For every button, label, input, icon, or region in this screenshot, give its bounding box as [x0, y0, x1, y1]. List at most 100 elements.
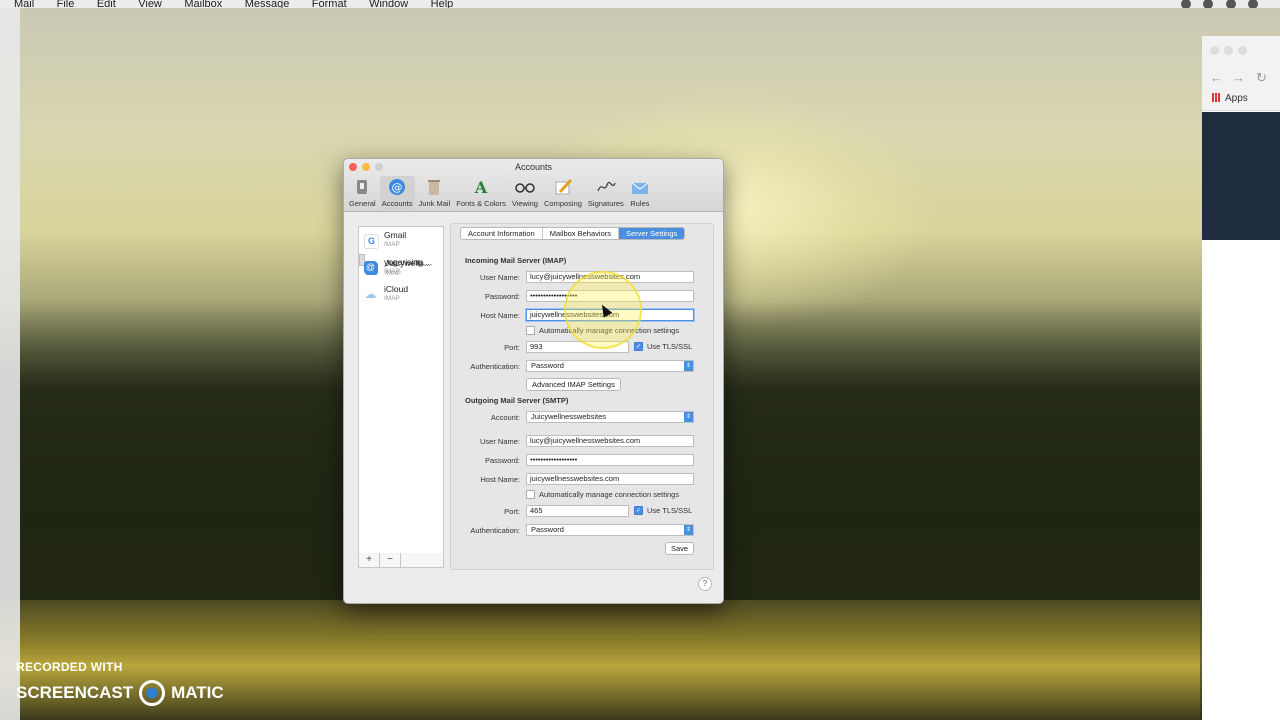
menu-file[interactable]: File [57, 0, 75, 8]
checkmark-icon: ✓ [634, 506, 643, 515]
status-icon[interactable] [1248, 0, 1258, 8]
save-button[interactable]: Save [665, 542, 695, 555]
toolbar-junk-mail[interactable]: Junk Mail [417, 176, 453, 210]
add-account-button[interactable]: + [359, 553, 380, 567]
account-name: Gmail [384, 230, 407, 240]
incoming-host-label: Host Name: [480, 311, 520, 320]
checkbox-label: Automatically manage connection settings [539, 490, 680, 499]
status-icon[interactable] [1180, 0, 1191, 8]
status-icon[interactable] [1203, 0, 1214, 8]
accounts-window: Accounts General @ Accounts Junk Mail A … [343, 158, 724, 604]
tab-server-settings[interactable]: Server Settings [618, 228, 685, 239]
help-button[interactable]: ? [698, 577, 712, 591]
incoming-auth-select[interactable]: Password ⇕ [526, 360, 694, 372]
forward-icon[interactable]: → [1232, 70, 1245, 85]
checkbox-box [526, 326, 535, 335]
menu-message[interactable]: Message [245, 0, 290, 8]
trash-icon [424, 177, 444, 197]
toolbar-label: Fonts & Colors [456, 199, 506, 208]
toolbar-composing[interactable]: Composing [542, 176, 584, 210]
toolbar-label: Signatures [587, 199, 624, 208]
select-value: Password [531, 361, 564, 370]
glasses-icon [515, 177, 535, 197]
incoming-auth-label: Authentication: [470, 362, 520, 371]
cloud-icon: ☁ [364, 287, 377, 301]
toolbar-label: Composing [543, 199, 582, 208]
outgoing-port-label: Port: [504, 507, 520, 516]
account-type: IMAP [384, 241, 400, 248]
bookmark-apps[interactable]: Apps [1212, 93, 1248, 104]
outgoing-auth-select[interactable]: Password ⇕ [526, 524, 694, 536]
toolbar-label: General [349, 199, 376, 208]
outgoing-port-field[interactable]: 465 [526, 505, 629, 517]
window-titlebar: Accounts General @ Accounts Junk Mail A … [344, 159, 723, 212]
account-list-buttons: + − [358, 553, 444, 568]
checkbox-box [526, 490, 535, 499]
status-icon[interactable] [1225, 0, 1236, 8]
outgoing-host-field[interactable]: juicywellnesswebsites.com [526, 473, 694, 485]
chevron-updown-icon: ⇕ [684, 361, 693, 371]
incoming-username-label: User Name: [479, 273, 520, 282]
browser-zoom-button[interactable] [1238, 46, 1247, 55]
incoming-tls-checkbox[interactable]: ✓ Use TLS/SSL [634, 342, 692, 351]
checkmark-icon: ✓ [634, 342, 643, 351]
outgoing-password-field[interactable]: •••••••••••••••••• [526, 454, 694, 466]
menu-edit[interactable]: Edit [97, 0, 116, 8]
incoming-heading: Incoming Mail Server (IMAP) [465, 256, 567, 265]
browser-toolbar: ← → ↻ Apps [1202, 36, 1280, 111]
window-title: Accounts [514, 162, 553, 172]
menu-format[interactable]: Format [312, 0, 347, 8]
screencast-logo-icon [139, 680, 166, 706]
watermark-line1: RECORDED WITH [16, 660, 123, 674]
outgoing-username-label: User Name: [479, 437, 520, 446]
pencil-icon [553, 177, 573, 197]
outgoing-auto-manage-checkbox[interactable]: Automatically manage connection settings [526, 490, 679, 499]
account-name: yogarising.... [384, 257, 433, 267]
toolbar-rules[interactable]: Rules [628, 176, 652, 210]
account-type: IMAP [384, 268, 400, 275]
browser-close-button[interactable] [1210, 46, 1219, 55]
outgoing-heading: Outgoing Mail Server (SMTP) [465, 396, 569, 405]
tab-mailbox-behaviors[interactable]: Mailbox Behaviors [543, 228, 619, 239]
remove-account-button[interactable]: − [380, 553, 401, 567]
toolbar-general[interactable]: General [347, 176, 378, 210]
menu-bar: Mail File Edit View Mailbox Message Form… [0, 0, 1280, 8]
browser-minimize-button[interactable] [1224, 46, 1233, 55]
left-window-edge [0, 8, 20, 720]
outgoing-username-field[interactable]: lucy@juicywellnesswebsites.com [526, 435, 694, 447]
back-icon[interactable]: ← [1210, 70, 1223, 85]
toolbar-viewing[interactable]: Viewing [510, 176, 540, 210]
outgoing-account-label: Account: [490, 413, 520, 422]
menu-mailbox[interactable]: Mailbox [184, 0, 222, 8]
chevron-updown-icon: ⇕ [684, 525, 693, 535]
svg-text:@: @ [392, 181, 403, 194]
outgoing-tls-checkbox[interactable]: ✓ Use TLS/SSL [634, 506, 692, 515]
incoming-password-label: Password: [484, 292, 520, 301]
toolbar-label: Viewing [511, 199, 538, 208]
menu-view[interactable]: View [138, 0, 162, 8]
at-icon: @ [364, 261, 377, 274]
tab-account-information[interactable]: Account Information [461, 228, 543, 239]
menu-help[interactable]: Help [431, 0, 454, 8]
menu-mail[interactable]: Mail [14, 0, 34, 8]
advanced-imap-settings-button[interactable]: Advanced IMAP Settings [526, 378, 621, 391]
outgoing-password-label: Password: [484, 456, 520, 465]
menu-window[interactable]: Window [369, 0, 408, 8]
apps-grid-icon [1212, 93, 1221, 102]
account-item-gmail[interactable]: G Gmail IMAP [359, 227, 443, 254]
outgoing-account-select[interactable]: Juicywellnesswebsites ⇕ [526, 411, 694, 423]
toolbar-label: Junk Mail [418, 199, 451, 208]
toolbar-fonts-colors[interactable]: A Fonts & Colors [454, 176, 508, 210]
toolbar-label: Rules [630, 199, 650, 208]
browser-window: ← → ↻ Apps [1202, 36, 1280, 720]
toolbar-accounts[interactable]: @ Accounts [379, 176, 415, 210]
apps-label: Apps [1225, 93, 1248, 104]
select-value: Juicywellnesswebsites [531, 412, 607, 421]
reload-icon[interactable]: ↻ [1256, 70, 1267, 86]
preferences-toolbar: General @ Accounts Junk Mail A Fonts & C… [347, 176, 654, 210]
toolbar-signatures[interactable]: Signatures [586, 176, 626, 210]
google-icon: G [364, 234, 379, 249]
signature-icon [596, 177, 616, 197]
incoming-port-label: Port: [504, 343, 520, 352]
svg-text:A: A [474, 178, 488, 196]
